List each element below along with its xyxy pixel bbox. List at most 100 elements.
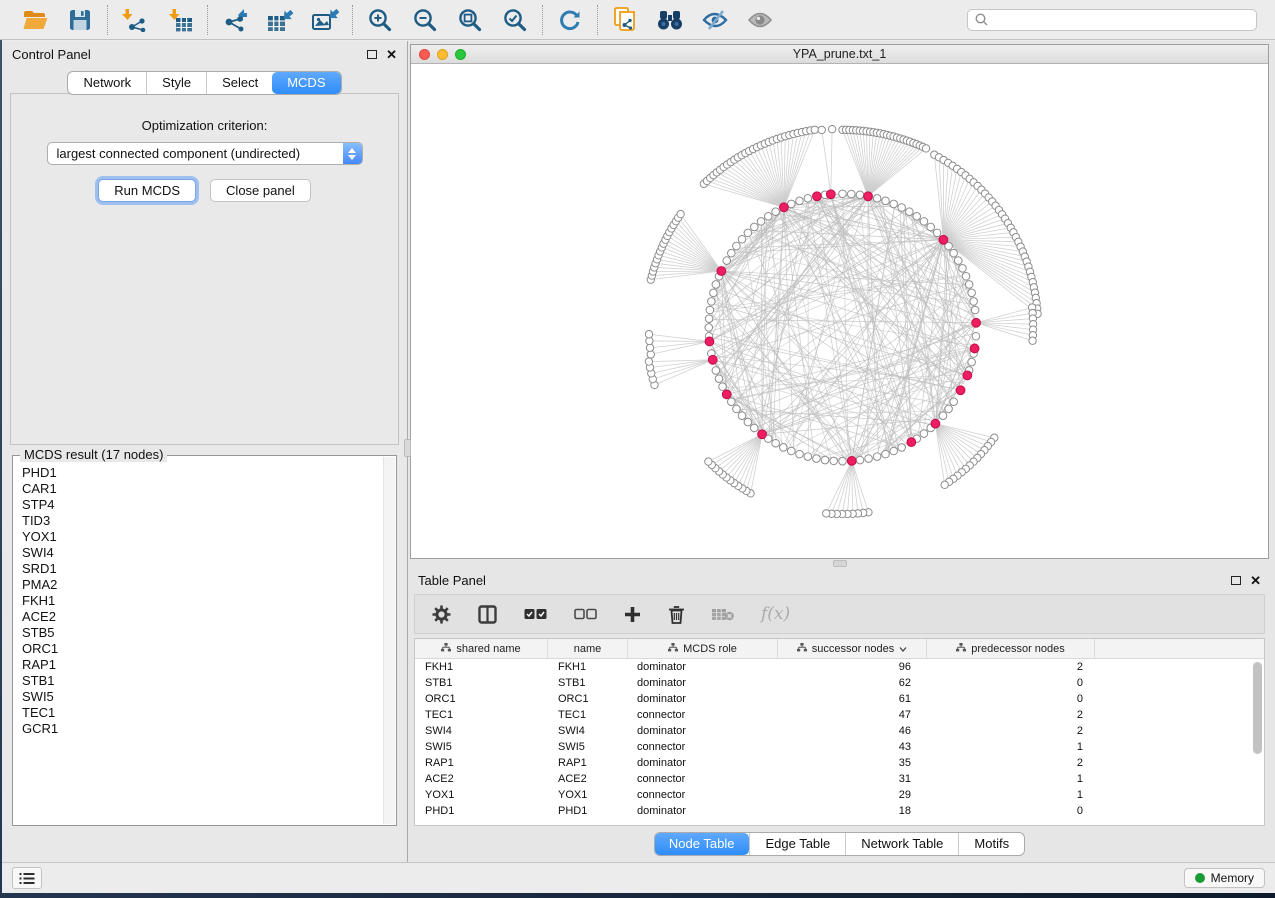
panel-splitter-handle[interactable] [404, 439, 411, 457]
ring-node[interactable] [906, 208, 914, 216]
ring-node[interactable] [804, 453, 812, 461]
export-network-button[interactable] [221, 7, 249, 33]
refresh-button[interactable] [556, 7, 584, 33]
table-settings-gear-icon[interactable] [432, 605, 451, 624]
mcds-result-item[interactable]: SWI4 [22, 545, 383, 561]
table-row[interactable]: STB1STB1dominator620 [415, 675, 1264, 691]
leaf-node[interactable] [922, 145, 929, 152]
mcds-hub-node[interactable] [705, 337, 714, 346]
ring-node[interactable] [856, 456, 864, 464]
table-row[interactable]: PHD1PHD1dominator180 [415, 803, 1264, 819]
zoom-fit-button[interactable] [456, 7, 484, 33]
criterion-select[interactable]: largest connected component (undirected) [47, 142, 363, 165]
ring-node[interactable] [970, 298, 978, 306]
mcds-hub-node[interactable] [931, 419, 940, 428]
column-header-predecessor-nodes[interactable]: predecessor nodes [927, 639, 1095, 658]
mcds-result-item[interactable]: STP4 [22, 497, 383, 513]
float-panel-icon[interactable] [367, 50, 377, 59]
ring-node[interactable] [939, 412, 947, 420]
tab-network[interactable]: Network [68, 72, 146, 94]
hide-selected-button[interactable] [701, 7, 729, 33]
ring-node[interactable] [821, 456, 829, 464]
tab-mcds[interactable]: MCDS [272, 72, 340, 94]
mcds-result-item[interactable]: TEC1 [22, 705, 383, 721]
table-row[interactable]: SWI4SWI4dominator462 [415, 723, 1264, 739]
ring-node[interactable] [772, 208, 780, 216]
ring-node[interactable] [728, 249, 736, 257]
ring-node[interactable] [873, 453, 881, 461]
ring-node[interactable] [813, 455, 821, 463]
mcds-result-item[interactable]: FKH1 [22, 593, 383, 609]
ring-node[interactable] [728, 398, 736, 406]
ring-node[interactable] [882, 450, 890, 458]
ring-node[interactable] [950, 398, 958, 406]
ring-node[interactable] [898, 444, 906, 452]
tab-select[interactable]: Select [206, 72, 273, 94]
close-panel-icon[interactable]: ✕ [386, 48, 397, 61]
open-session-button[interactable] [21, 7, 49, 33]
column-header-mcds-role[interactable]: MCDS role [628, 639, 778, 658]
delete-table-icon[interactable] [712, 607, 734, 621]
tab-network-table[interactable]: Network Table [845, 833, 958, 855]
ring-node[interactable] [706, 306, 714, 314]
search-field[interactable] [967, 9, 1257, 31]
ring-node[interactable] [738, 235, 746, 243]
table-scrollbar[interactable] [1251, 660, 1263, 824]
column-header-successor-nodes[interactable]: successor nodes [778, 639, 927, 658]
mcds-hub-node[interactable] [970, 344, 979, 353]
ring-node[interactable] [744, 229, 752, 237]
mcds-result-item[interactable]: STB1 [22, 673, 383, 689]
ring-node[interactable] [719, 383, 727, 391]
ring-node[interactable] [764, 213, 772, 221]
table-row[interactable]: ORC1ORC1dominator610 [415, 691, 1264, 707]
export-image-button[interactable] [311, 7, 339, 33]
select-all-icon[interactable] [524, 608, 547, 620]
mcds-result-item[interactable]: GCR1 [22, 721, 383, 737]
ring-node[interactable] [933, 229, 941, 237]
ring-node[interactable] [950, 249, 958, 257]
network-canvas[interactable] [411, 65, 1268, 558]
close-table-panel-icon[interactable]: ✕ [1250, 574, 1261, 587]
mcds-result-item[interactable]: ORC1 [22, 641, 383, 657]
mcds-hub-node[interactable] [907, 438, 916, 447]
column-header-name[interactable]: name [548, 639, 628, 658]
ring-node[interactable] [712, 281, 720, 289]
ring-node[interactable] [972, 332, 980, 340]
memory-button[interactable]: Memory [1184, 868, 1265, 888]
mcds-hub-node[interactable] [963, 371, 972, 380]
ring-node[interactable] [712, 367, 720, 375]
ring-node[interactable] [971, 306, 979, 314]
ring-node[interactable] [839, 190, 847, 198]
export-table-button[interactable] [266, 7, 294, 33]
tab-edge-table[interactable]: Edge Table [749, 833, 845, 855]
ring-node[interactable] [927, 223, 935, 231]
mcds-hub-node[interactable] [939, 235, 948, 244]
leaf-node[interactable] [677, 210, 684, 217]
leaf-node[interactable] [811, 126, 818, 133]
mcds-result-item[interactable]: ACE2 [22, 609, 383, 625]
ring-node[interactable] [847, 190, 855, 198]
zoom-in-button[interactable] [366, 7, 394, 33]
save-session-button[interactable] [66, 7, 94, 33]
ring-node[interactable] [788, 447, 796, 455]
table-row[interactable]: ACE2ACE2connector311 [415, 771, 1264, 787]
table-row[interactable]: TEC1TEC1connector472 [415, 707, 1264, 723]
zoom-selected-button[interactable] [501, 7, 529, 33]
table-row[interactable]: RAP1RAP1dominator352 [415, 755, 1264, 771]
mcds-result-item[interactable]: SRD1 [22, 561, 383, 577]
deselect-all-icon[interactable] [574, 608, 597, 620]
import-network-button[interactable] [121, 7, 149, 33]
mcds-hub-node[interactable] [717, 267, 726, 276]
ring-node[interactable] [744, 418, 752, 426]
float-table-panel-icon[interactable] [1231, 576, 1241, 585]
ring-node[interactable] [705, 324, 713, 332]
ring-node[interactable] [757, 218, 765, 226]
mcds-hub-node[interactable] [847, 457, 856, 466]
search-input[interactable] [993, 13, 1249, 27]
ring-node[interactable] [968, 358, 976, 366]
leaf-node[interactable] [645, 331, 652, 338]
ring-node[interactable] [920, 430, 928, 438]
leaf-node[interactable] [818, 126, 825, 133]
mcds-result-item[interactable]: SWI5 [22, 689, 383, 705]
leaf-node[interactable] [941, 481, 948, 488]
